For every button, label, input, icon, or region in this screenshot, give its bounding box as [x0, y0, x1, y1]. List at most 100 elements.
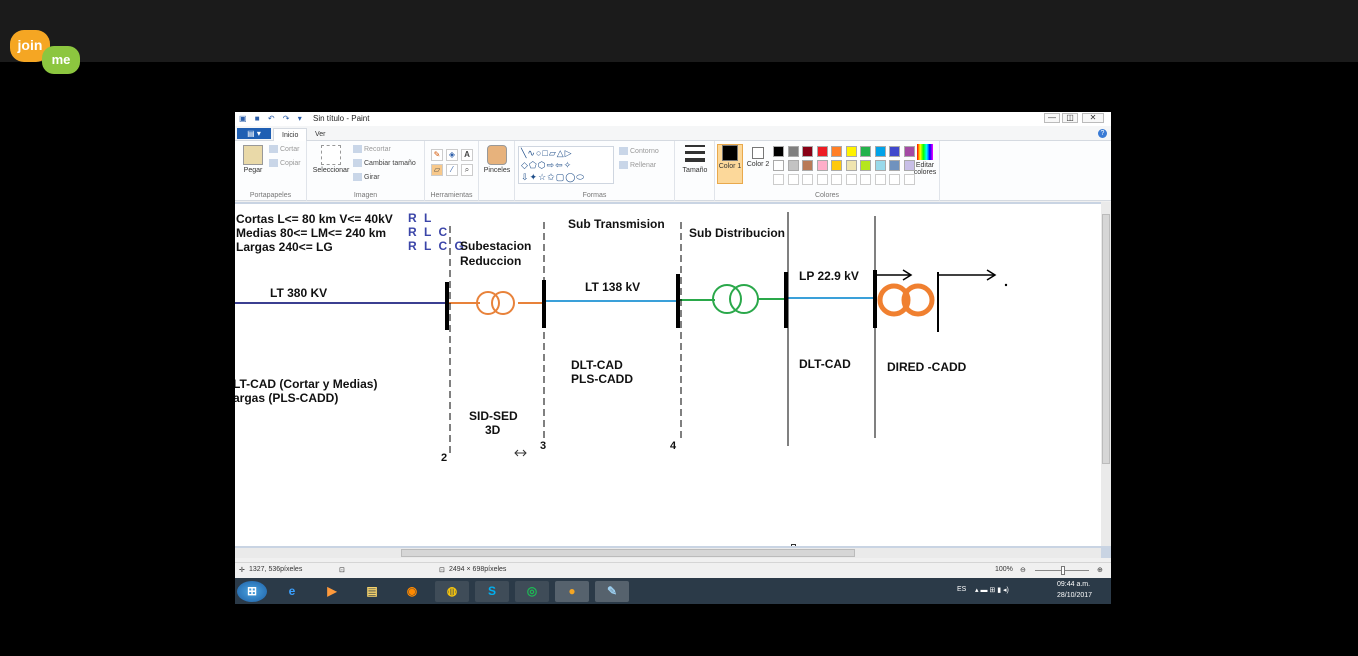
palette-swatch[interactable] [773, 174, 784, 185]
line-size-icon [685, 145, 705, 165]
palette-swatch[interactable] [816, 146, 828, 157]
palette-swatch[interactable] [903, 146, 915, 157]
crop-label: Recortar [364, 145, 391, 153]
outline-icon [619, 147, 628, 155]
language-indicator[interactable]: ES [957, 586, 966, 593]
palette-swatch[interactable] [860, 174, 871, 185]
palette-swatch[interactable] [787, 146, 799, 157]
palette-swatch[interactable] [889, 146, 900, 157]
tray-icons[interactable]: ▴ ▬ ⊞ ▮ ◂) [975, 586, 1009, 594]
zoom-out-icon[interactable]: ⊖ [1020, 566, 1026, 574]
minimize-button[interactable]: — [1044, 113, 1060, 123]
zoom-slider-thumb[interactable] [1061, 566, 1065, 575]
cut-button[interactable]: Cortar [269, 145, 299, 153]
color2-label: Color 2 [746, 161, 770, 168]
zoom-in-icon[interactable]: ⊕ [1097, 566, 1103, 574]
shapes-gallery[interactable]: ╲∿○□▱△▷ ◇⬠⬡⇨⇦✧ ⇩✦☆✩▢◯⬭ [518, 146, 614, 184]
copy-button[interactable]: Copiar [269, 159, 301, 167]
palette-swatch[interactable] [831, 146, 842, 157]
palette-swatch[interactable] [773, 160, 784, 171]
dltcad-2-text: DLT-CAD [799, 357, 851, 371]
palette-swatch[interactable] [802, 160, 813, 171]
magnifier-icon[interactable]: ⌕ [461, 164, 473, 176]
palette-swatch[interactable] [860, 160, 871, 171]
horizontal-scroll-thumb[interactable] [401, 549, 855, 557]
chrome-icon[interactable]: ◍ [435, 581, 469, 602]
vertical-scroll-thumb[interactable] [1102, 214, 1110, 464]
color1-button[interactable]: Color 1 [717, 144, 743, 184]
palette-swatch[interactable] [816, 160, 828, 171]
color-picker-icon[interactable]: ⁄ [446, 164, 458, 176]
palette-swatch[interactable] [845, 160, 857, 171]
image-group-label: Imagen [353, 192, 378, 199]
quick-access-toolbar[interactable]: ▣ ■ ↶ ↷ ▾ [239, 114, 305, 123]
file-menu-button[interactable]: ▤ ▾ [237, 128, 271, 139]
firefox-icon[interactable]: ◉ [395, 581, 429, 602]
media-player-icon[interactable]: ▶ [315, 581, 349, 602]
palette-swatch[interactable] [889, 160, 900, 171]
palette-swatch[interactable] [874, 146, 886, 157]
clock-time[interactable]: 09:44 a.m. [1057, 581, 1090, 588]
lt138-text: LT 138 kV [585, 280, 641, 294]
palette-swatch[interactable] [787, 174, 799, 185]
clock-date[interactable]: 28/10/2017 [1057, 592, 1092, 599]
sub-distribucion-text: Sub Distribucion [689, 226, 785, 240]
ltcad-text: LT-CAD (Cortar y Medias) [235, 377, 378, 391]
help-icon[interactable]: ? [1098, 129, 1107, 138]
drawing-canvas[interactable]: Cortas L<= 80 km V<= 40kV Medias 80<= LM… [235, 204, 1101, 546]
dot-mark [1004, 283, 1008, 287]
palette-swatch[interactable] [845, 174, 857, 185]
fill-button[interactable]: Rellenar [619, 161, 656, 169]
rotate-button[interactable]: Girar [353, 173, 380, 181]
palette-swatch[interactable] [816, 174, 828, 185]
tab-home[interactable]: Inicio [273, 128, 308, 141]
fill-bucket-icon[interactable]: ◈ [446, 149, 458, 161]
vertical-scrollbar[interactable] [1101, 202, 1111, 546]
palette-swatch[interactable] [845, 146, 857, 157]
horizontal-scrollbar[interactable] [235, 548, 1101, 558]
pencil-icon[interactable]: ✎ [431, 149, 443, 161]
dltcad-1-text: DLT-CAD [571, 358, 623, 372]
ie-icon[interactable]: e [275, 581, 309, 602]
text-tool-icon[interactable]: A [461, 149, 473, 161]
palette-swatch[interactable] [831, 160, 842, 171]
color2-button[interactable]: Color 2 [745, 144, 771, 168]
brushes-button[interactable]: Pinceles [483, 145, 511, 174]
paint-title-bar: ▣ ■ ↶ ↷ ▾ Sin título - Paint — ◫ ✕ [235, 112, 1111, 126]
palette-swatch[interactable] [903, 174, 915, 185]
tools-group: ✎ ◈ A ▱ ⁄ ⌕ Herramientas [425, 141, 479, 201]
outline-button[interactable]: Contorno [619, 147, 659, 155]
select-button[interactable]: Seleccionar [311, 145, 351, 174]
palette-swatch[interactable] [773, 146, 784, 157]
size-button[interactable]: Tamaño [679, 145, 711, 174]
palette-swatch[interactable] [787, 160, 799, 171]
crop-button[interactable]: Recortar [353, 145, 391, 153]
lp229-text: LP 22.9 kV [799, 269, 859, 283]
tab-view[interactable]: Ver [307, 128, 334, 141]
eraser-icon[interactable]: ▱ [431, 164, 443, 176]
palette-swatch[interactable] [802, 146, 813, 157]
color2-chip [752, 147, 764, 159]
maximize-button[interactable]: ◫ [1062, 113, 1078, 123]
spotify-icon[interactable]: ◎ [515, 581, 549, 602]
paint-taskbar-icon[interactable]: ✎ [595, 581, 629, 602]
edit-colors-button[interactable]: Editar colores [911, 144, 939, 176]
palette-swatch[interactable] [831, 174, 842, 185]
start-button[interactable]: ⊞ [237, 581, 267, 602]
palette-swatch[interactable] [903, 160, 915, 171]
joinme-taskbar-icon[interactable]: ● [555, 581, 589, 602]
explorer-icon[interactable]: ▤ [355, 581, 389, 602]
canvas-resize-handle[interactable] [791, 544, 796, 546]
palette-swatch[interactable] [802, 174, 813, 185]
close-button[interactable]: ✕ [1082, 113, 1104, 123]
paste-button[interactable]: Pegar [239, 145, 267, 174]
palette-swatch[interactable] [874, 174, 886, 185]
palette-swatch[interactable] [874, 160, 886, 171]
skype-icon[interactable]: S [475, 581, 509, 602]
palette-swatch[interactable] [889, 174, 900, 185]
resize-button[interactable]: Cambiar tamaño [353, 159, 416, 167]
palette-swatch[interactable] [860, 146, 871, 157]
image-size-icon: ⊡ [439, 567, 445, 574]
lt380-text: LT 380 KV [270, 286, 328, 300]
rlcg-text: R L C G [408, 239, 466, 253]
